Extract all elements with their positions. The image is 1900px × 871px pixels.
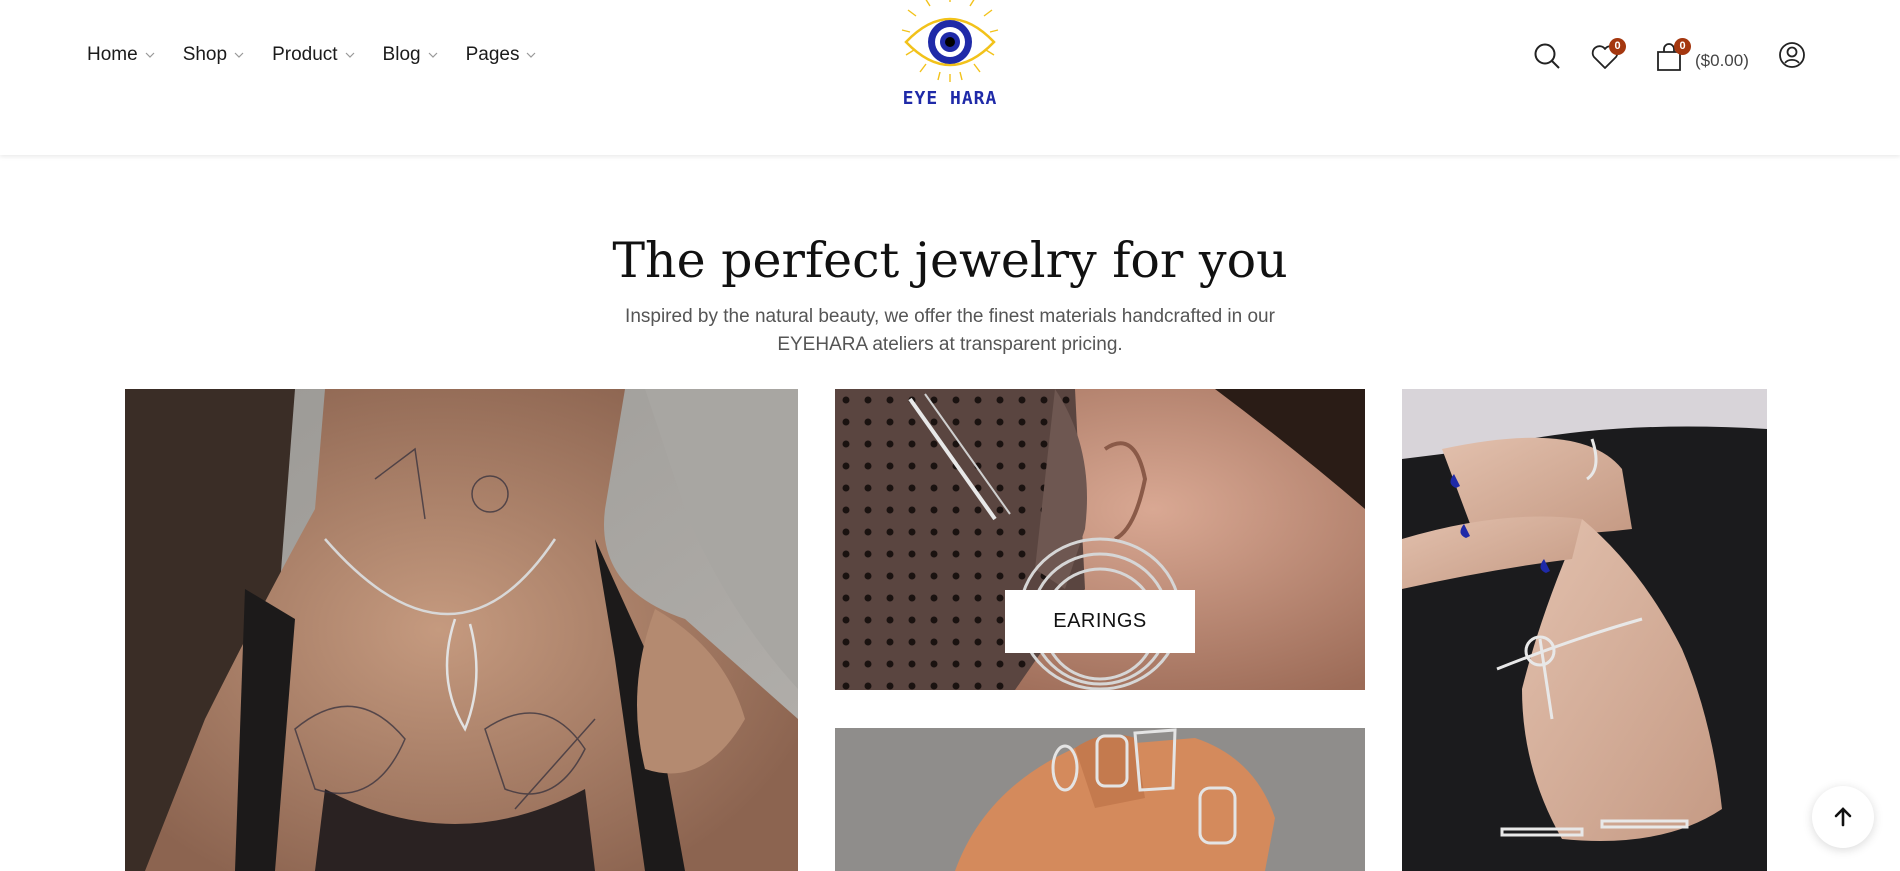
wishlist-count-badge: 0 bbox=[1609, 38, 1626, 55]
search-icon[interactable] bbox=[1533, 42, 1561, 75]
chevron-down-icon bbox=[526, 50, 536, 60]
wishlist-button[interactable]: 0 bbox=[1590, 38, 1626, 76]
site-header: Home Shop Product Blog Pages EYE HARA 0 … bbox=[0, 0, 1900, 155]
nav-item-home[interactable]: Home bbox=[87, 44, 155, 66]
nav-item-pages[interactable]: Pages bbox=[466, 44, 537, 66]
nav-item-blog[interactable]: Blog bbox=[383, 44, 438, 66]
bracelet-hand-image bbox=[1402, 389, 1767, 871]
scroll-to-top-button[interactable] bbox=[1812, 786, 1874, 848]
chevron-down-icon bbox=[234, 50, 244, 60]
necklace-model-image bbox=[125, 389, 798, 871]
nav-item-label: Home bbox=[87, 44, 138, 65]
cart-count-badge: 0 bbox=[1674, 38, 1691, 55]
nav-item-label: Product bbox=[272, 44, 338, 65]
rings-hand-image bbox=[835, 728, 1365, 871]
user-icon[interactable] bbox=[1778, 41, 1806, 74]
main-nav: Home Shop Product Blog Pages bbox=[87, 44, 564, 66]
nav-item-label: Shop bbox=[182, 44, 228, 65]
cart-button[interactable]: 0 ($0.00) bbox=[1655, 38, 1775, 72]
category-label-earrings[interactable]: EARINGS bbox=[1005, 590, 1195, 653]
nav-item-label: Blog bbox=[382, 44, 421, 65]
nav-item-shop[interactable]: Shop bbox=[183, 44, 244, 66]
category-tile-bracelets[interactable] bbox=[1402, 389, 1767, 871]
section-title: The perfect jewelry for you bbox=[612, 232, 1288, 289]
cart-total: ($0.00) bbox=[1695, 51, 1749, 70]
nav-item-label: Pages bbox=[465, 44, 520, 65]
logo-wordmark: EYE HARA bbox=[902, 88, 998, 109]
category-tile-rings[interactable] bbox=[835, 728, 1365, 871]
category-tile-necklaces[interactable] bbox=[125, 389, 798, 871]
chevron-down-icon bbox=[428, 50, 438, 60]
eye-logo-icon bbox=[901, 0, 999, 82]
chevron-down-icon bbox=[145, 50, 155, 60]
arrow-up-icon bbox=[1834, 807, 1852, 827]
chevron-down-icon bbox=[345, 50, 355, 60]
section-subtitle: Inspired by the natural beauty, we offer… bbox=[625, 306, 1275, 355]
nav-item-product[interactable]: Product bbox=[272, 44, 354, 66]
